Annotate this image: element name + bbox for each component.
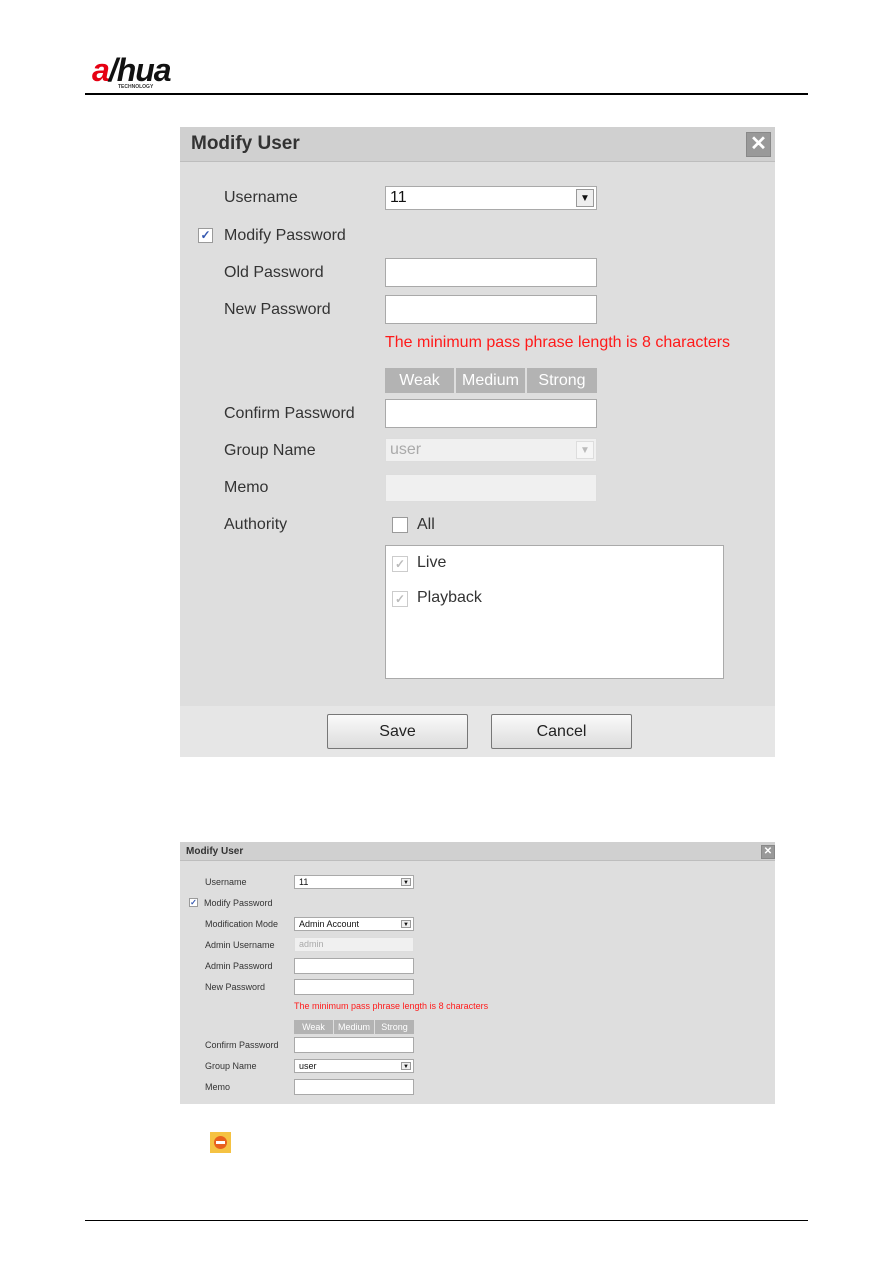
- memo-input[interactable]: [294, 1079, 414, 1095]
- chevron-down-icon: ▼: [401, 1062, 411, 1070]
- confirm-password-label: Confirm Password: [224, 405, 355, 422]
- memo-label: Memo: [224, 479, 269, 496]
- chevron-down-icon: ▼: [576, 189, 594, 207]
- strength-weak: Weak: [294, 1020, 333, 1034]
- playback-checkbox[interactable]: ✓: [392, 591, 408, 607]
- confirm-password-label: Confirm Password: [205, 1040, 279, 1050]
- chevron-down-icon: ▼: [401, 878, 411, 886]
- chevron-down-icon: ▼: [401, 920, 411, 928]
- password-hint: The minimum pass phrase length is 8 char…: [385, 334, 731, 351]
- admin-username-label: Admin Username: [205, 940, 275, 950]
- username-select[interactable]: 11 ▼: [294, 875, 414, 889]
- group-name-select[interactable]: user ▼: [294, 1059, 414, 1073]
- modification-mode-select[interactable]: Admin Account ▼: [294, 917, 414, 931]
- old-password-label: Old Password: [224, 264, 324, 281]
- modification-mode-value: Admin Account: [299, 919, 360, 929]
- chevron-down-icon: ▼: [576, 441, 594, 459]
- group-name-label: Group Name: [205, 1061, 257, 1071]
- modify-password-checkbox[interactable]: ✓: [189, 898, 198, 907]
- modify-password-label: Modify Password: [224, 227, 346, 244]
- group-name-label: Group Name: [224, 442, 316, 459]
- modify-user-dialog: Modify User ✕ Username 11 ▼ ✓ Modify Pass…: [180, 127, 775, 757]
- admin-password-input[interactable]: [294, 958, 414, 974]
- strength-strong: Strong: [375, 1020, 414, 1034]
- close-icon[interactable]: ✕: [746, 132, 771, 157]
- no-entry-icon: [210, 1132, 231, 1153]
- new-password-label: New Password: [205, 982, 266, 992]
- confirm-password-input[interactable]: [294, 1037, 414, 1053]
- page: a/hua TECHNOLOGY Modify User ✕ Username …: [0, 0, 893, 1263]
- group-name-value: user: [299, 1061, 317, 1071]
- admin-password-label: Admin Password: [205, 961, 273, 971]
- all-checkbox[interactable]: [392, 517, 408, 533]
- new-password-label: New Password: [224, 301, 331, 318]
- strength-medium: Medium: [334, 1020, 374, 1034]
- group-name-value: user: [390, 441, 422, 458]
- dialog-footer: [180, 706, 775, 757]
- authority-list: ✓ Live ✓ Playback: [385, 545, 724, 679]
- memo-input[interactable]: [385, 474, 597, 502]
- admin-username-input[interactable]: admin: [294, 937, 414, 952]
- cancel-button[interactable]: Cancel: [491, 714, 632, 749]
- modification-mode-label: Modification Mode: [205, 919, 279, 929]
- live-label: Live: [417, 554, 447, 571]
- username-value: 11: [299, 877, 309, 887]
- strength-medium: Medium: [456, 368, 525, 393]
- username-select[interactable]: 11 ▼: [385, 186, 597, 210]
- modify-password-checkbox[interactable]: ✓: [198, 228, 213, 243]
- dialog-title: Modify User: [191, 133, 300, 154]
- username-label: Username: [205, 877, 247, 887]
- all-label: All: [417, 516, 435, 533]
- memo-label: Memo: [205, 1082, 231, 1092]
- live-checkbox[interactable]: ✓: [392, 556, 408, 572]
- confirm-password-input[interactable]: [385, 399, 597, 428]
- new-password-input[interactable]: [294, 979, 414, 995]
- logo-subtitle: TECHNOLOGY: [118, 84, 154, 90]
- new-password-input[interactable]: [385, 295, 597, 324]
- username-value: 11: [390, 189, 407, 206]
- close-icon[interactable]: ✕: [761, 845, 775, 859]
- strength-weak: Weak: [385, 368, 454, 393]
- authority-label: Authority: [224, 516, 288, 533]
- playback-label: Playback: [417, 589, 482, 606]
- modify-password-label: Modify Password: [204, 898, 273, 908]
- save-button[interactable]: Save: [327, 714, 468, 749]
- old-password-input[interactable]: [385, 258, 597, 287]
- dialog-header: [180, 842, 775, 861]
- dialog-title: Modify User: [186, 846, 244, 857]
- modify-user-dialog-admin-mode: Modify User ✕ Username 11 ▼ ✓ Modify Pass…: [180, 842, 775, 1104]
- group-name-select[interactable]: user ▼: [385, 438, 597, 462]
- strength-strong: Strong: [527, 368, 597, 393]
- username-label: Username: [224, 189, 298, 206]
- footer-divider: [85, 1220, 808, 1221]
- password-hint: The minimum pass phrase length is 8 char…: [294, 1001, 489, 1011]
- header-divider: [85, 93, 808, 95]
